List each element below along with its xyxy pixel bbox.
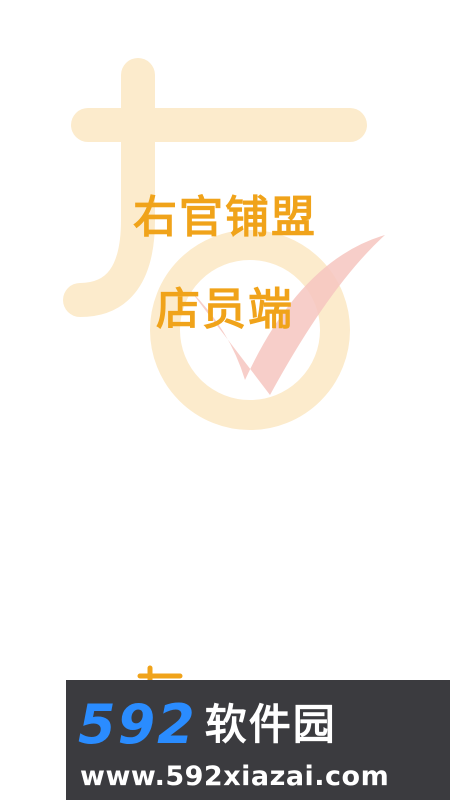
watermark-url: www.592xiazai.com	[80, 761, 390, 792]
site-watermark-banner: 592 软件园 www.592xiazai.com	[66, 680, 450, 800]
watermark-title: 592 软件园	[78, 694, 337, 756]
watermark-name: 软件园	[204, 700, 337, 749]
app-title-line1: 右官铺盟	[133, 192, 317, 243]
watermark-number: 592	[78, 693, 197, 756]
app-title-line2: 店员端	[156, 284, 294, 335]
